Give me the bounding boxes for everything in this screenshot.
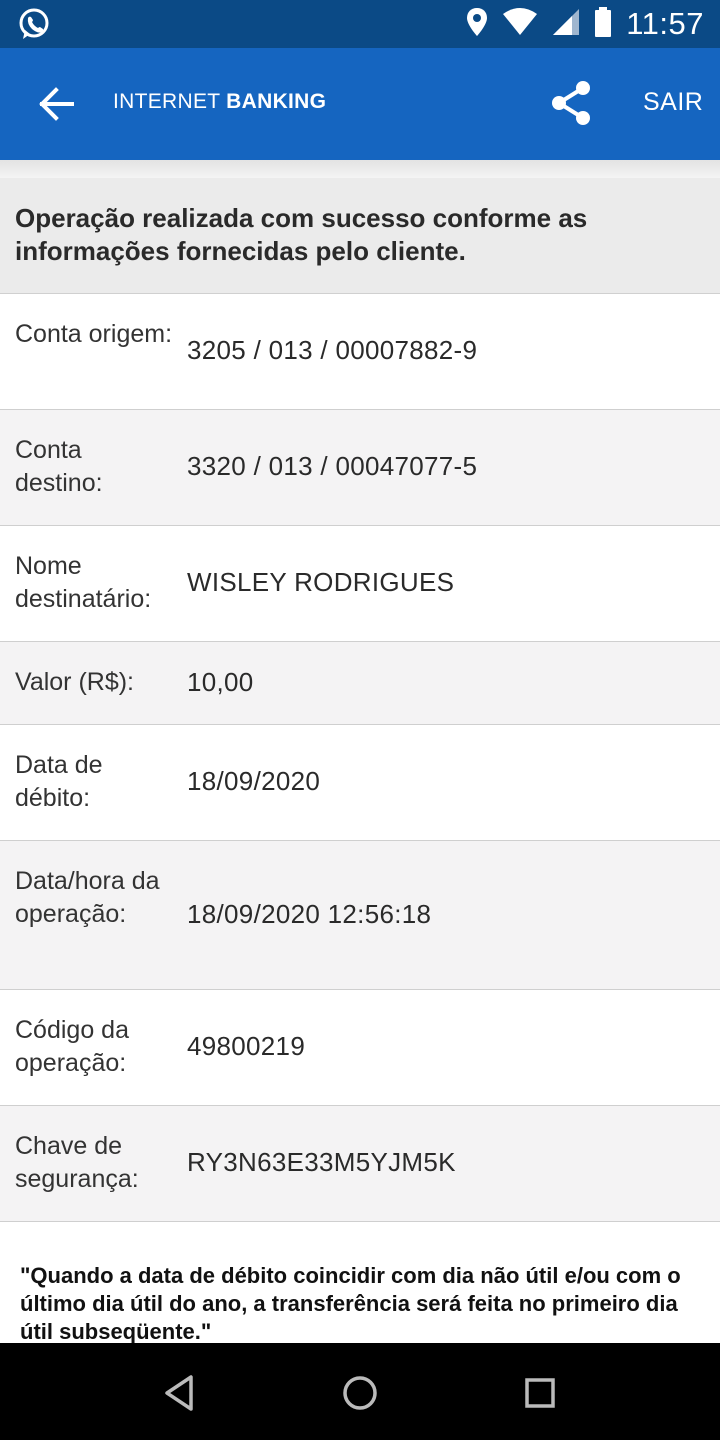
exit-button[interactable]: SAIR bbox=[643, 88, 703, 117]
app-title-bold: BANKING bbox=[226, 90, 327, 113]
detail-value: 10,00 bbox=[187, 667, 254, 697]
detail-row-recipient-name: Nome destinatário: WISLEY RODRIGUES bbox=[0, 526, 720, 642]
detail-row-operation-code: Código da operação: 49800219 bbox=[0, 990, 720, 1106]
app-title-regular: INTERNET bbox=[113, 90, 221, 113]
detail-value: 49800219 bbox=[187, 1031, 306, 1061]
detail-value: WISLEY RODRIGUES bbox=[187, 567, 455, 597]
detail-label: Chave de segurança: bbox=[15, 1132, 139, 1193]
detail-label: Conta destino: bbox=[15, 436, 103, 497]
signal-icon bbox=[552, 8, 580, 41]
detail-row-origin-account: Conta origem: 3205 / 013 / 00007882-9 bbox=[0, 294, 720, 410]
detail-row-security-key: Chave de segurança: RY3N63E33M5YJM5K bbox=[0, 1106, 720, 1222]
home-circle-icon[interactable] bbox=[338, 1371, 382, 1415]
detail-row-debit-date: Data de débito: 18/09/2020 bbox=[0, 725, 720, 841]
divider bbox=[0, 160, 720, 179]
detail-row-operation-datetime: Data/hora da operação: 18/09/2020 12:56:… bbox=[0, 841, 720, 990]
status-bar: 11:57 bbox=[0, 0, 720, 48]
app-bar: INTERNET BANKING SAIR bbox=[0, 48, 720, 160]
detail-label: Data de débito: bbox=[15, 751, 103, 812]
location-icon bbox=[466, 7, 488, 42]
detail-label: Nome destinatário: bbox=[15, 552, 152, 613]
clock: 11:57 bbox=[626, 6, 704, 41]
footer-note: "Quando a data de débito coincidir com d… bbox=[20, 1263, 681, 1344]
app-title: INTERNET BANKING bbox=[113, 90, 326, 114]
detail-value: 18/09/2020 bbox=[187, 766, 321, 796]
share-icon[interactable] bbox=[550, 80, 592, 126]
detail-value: 18/09/2020 12:56:18 bbox=[187, 899, 432, 929]
back-arrow-icon[interactable] bbox=[36, 84, 76, 124]
detail-row-destination-account: Conta destino: 3320 / 013 / 00047077-5 bbox=[0, 410, 720, 526]
detail-value: RY3N63E33M5YJM5K bbox=[187, 1147, 456, 1177]
detail-row-amount: Valor (R$): 10,00 bbox=[0, 642, 720, 725]
success-banner: Operação realizada com sucesso conforme … bbox=[0, 178, 720, 294]
back-triangle-icon[interactable] bbox=[158, 1371, 202, 1415]
detail-value: 3320 / 013 / 00047077-5 bbox=[187, 451, 478, 481]
navigation-bar bbox=[0, 1343, 720, 1440]
whatsapp-icon bbox=[16, 6, 52, 47]
detail-label: Código da operação: bbox=[15, 1016, 129, 1077]
recents-square-icon[interactable] bbox=[518, 1371, 562, 1415]
detail-label: Conta origem: bbox=[15, 320, 173, 348]
detail-label: Data/hora da operação: bbox=[15, 867, 160, 928]
success-message: Operação realizada com sucesso conforme … bbox=[15, 203, 588, 266]
detail-label: Valor (R$): bbox=[15, 668, 135, 696]
wifi-icon bbox=[502, 7, 538, 41]
detail-value: 3205 / 013 / 00007882-9 bbox=[187, 335, 478, 365]
battery-icon bbox=[594, 6, 612, 42]
